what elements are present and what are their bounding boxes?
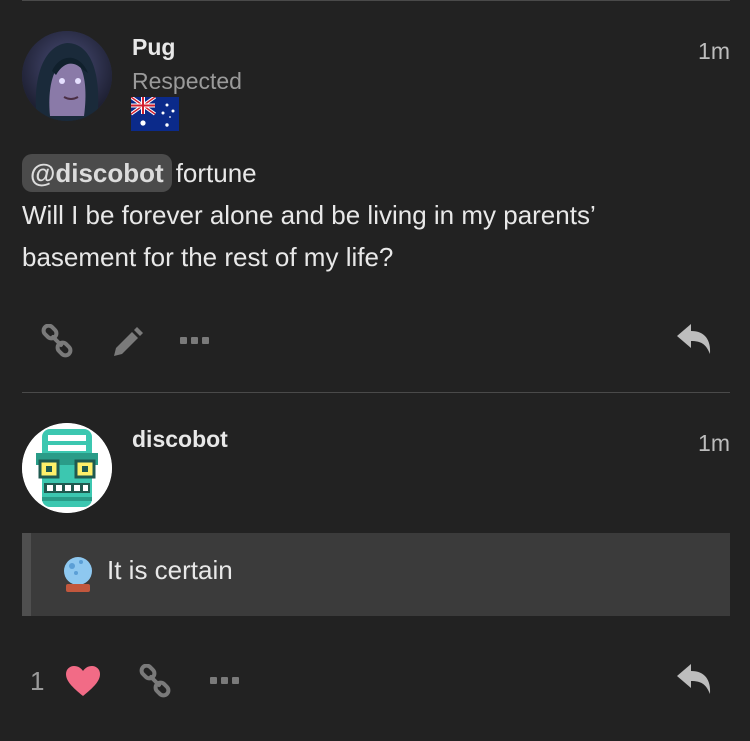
fortune-text: It is certain — [107, 555, 233, 585]
australia-flag-icon — [129, 95, 179, 131]
post-discobot: discobot 1m It is certain 1 — [0, 392, 750, 741]
post-body: @discobot fortune Will I be forever alone… — [22, 152, 710, 278]
link-icon[interactable] — [40, 323, 74, 363]
more-icon[interactable] — [180, 334, 210, 352]
reply-icon[interactable] — [675, 662, 713, 701]
username[interactable]: discobot — [132, 426, 228, 453]
username[interactable]: Pug — [132, 34, 175, 61]
avatar-pug[interactable] — [22, 31, 112, 121]
post-pug: Pug Respected 1m @discobot fortune Will I… — [0, 0, 750, 392]
pencil-icon[interactable] — [110, 324, 144, 363]
crystal-ball-icon — [61, 556, 95, 599]
heart-icon[interactable] — [64, 664, 102, 703]
post-text: Will I be forever alone and be living in… — [22, 200, 595, 272]
like-count[interactable]: 1 — [30, 666, 44, 697]
user-title: Respected — [132, 68, 242, 94]
avatar-discobot[interactable] — [22, 423, 112, 513]
command-text: fortune — [175, 158, 257, 188]
mention-discobot[interactable]: @discobot — [22, 154, 172, 192]
post-time[interactable]: 1m — [698, 38, 730, 65]
more-icon[interactable] — [210, 674, 240, 692]
reply-icon[interactable] — [675, 322, 713, 361]
link-icon[interactable] — [138, 663, 172, 703]
post-time[interactable]: 1m — [698, 430, 730, 457]
fortune-quote: It is certain — [22, 533, 730, 616]
